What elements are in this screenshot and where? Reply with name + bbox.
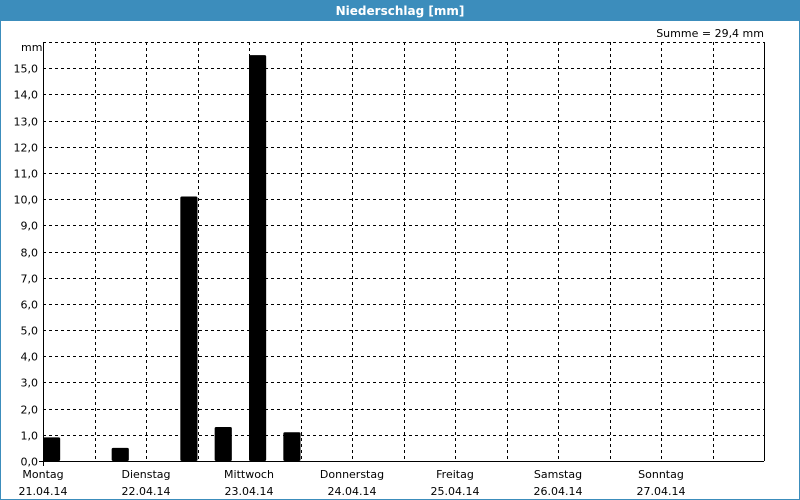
x-tick-label-date: 22.04.14 <box>122 485 171 498</box>
y-tick-label: 7,0 <box>21 273 39 286</box>
y-tick-label: 14,0 <box>14 89 39 102</box>
y-tick-label: 11,0 <box>14 168 39 181</box>
y-tick-label: 1,0 <box>21 430 39 443</box>
x-tick-label-day: Montag <box>22 468 63 481</box>
y-tick-label: 13,0 <box>14 116 39 129</box>
x-tick-label-day: Mittwoch <box>224 468 274 481</box>
y-tick-label: 5,0 <box>21 325 39 338</box>
x-tick-label-date: 25.04.14 <box>431 485 480 498</box>
x-tick-label-day: Donnerstag <box>320 468 384 481</box>
x-tick-label-date: 27.04.14 <box>637 485 686 498</box>
y-tick-label: 12,0 <box>14 142 39 155</box>
grid-lines <box>43 42 765 461</box>
precipitation-bar <box>249 55 267 461</box>
x-tick-label-day: Dienstag <box>121 468 170 481</box>
x-tick-label-day: Freitag <box>436 468 474 481</box>
bars <box>43 55 301 461</box>
x-tick-label-date: 23.04.14 <box>225 485 274 498</box>
summary-total-label: Summe = 29,4 mm <box>656 27 764 40</box>
y-tick-label: 8,0 <box>21 247 39 260</box>
y-axis-unit-label: mm <box>21 41 42 54</box>
axes <box>39 42 765 466</box>
axis-labels: 0,0 1,0 2,0 3,0 4,0 5,0 6,0 7,0 8,0 9,0 10,0 11,0 12… <box>14 63 686 499</box>
chart-window: Niederschlag [mm] 0,0 1,0 2,0 3,0 4,0 5,0 6,0 7… <box>0 0 800 500</box>
y-tick-label: 15,0 <box>14 63 39 76</box>
y-tick-label: 10,0 <box>14 194 39 207</box>
y-tick-label: 3,0 <box>21 377 39 390</box>
precipitation-bar <box>111 447 129 461</box>
precipitation-chart: 0,0 1,0 2,0 3,0 4,0 5,0 6,0 7,0 8,0 9,0 10,0 11,0 12… <box>14 27 765 499</box>
y-tick-label: 0,0 <box>21 456 39 469</box>
precipitation-bar <box>214 426 232 461</box>
precipitation-bar <box>283 432 301 461</box>
x-tick-label-date: 26.04.14 <box>534 485 583 498</box>
x-tick-label-day: Sonntag <box>638 468 684 481</box>
precipitation-bar <box>180 196 198 461</box>
y-tick-label: 4,0 <box>21 351 39 364</box>
y-tick-label: 2,0 <box>21 404 39 417</box>
x-tick-label-day: Samstag <box>534 468 582 481</box>
precipitation-bar <box>43 437 61 461</box>
x-tick-label-date: 24.04.14 <box>328 485 377 498</box>
y-tick-label: 9,0 <box>21 220 39 233</box>
x-tick-label-date: 21.04.14 <box>19 485 68 498</box>
y-tick-label: 6,0 <box>21 299 39 312</box>
chart-title: Niederschlag [mm] <box>1 1 799 21</box>
